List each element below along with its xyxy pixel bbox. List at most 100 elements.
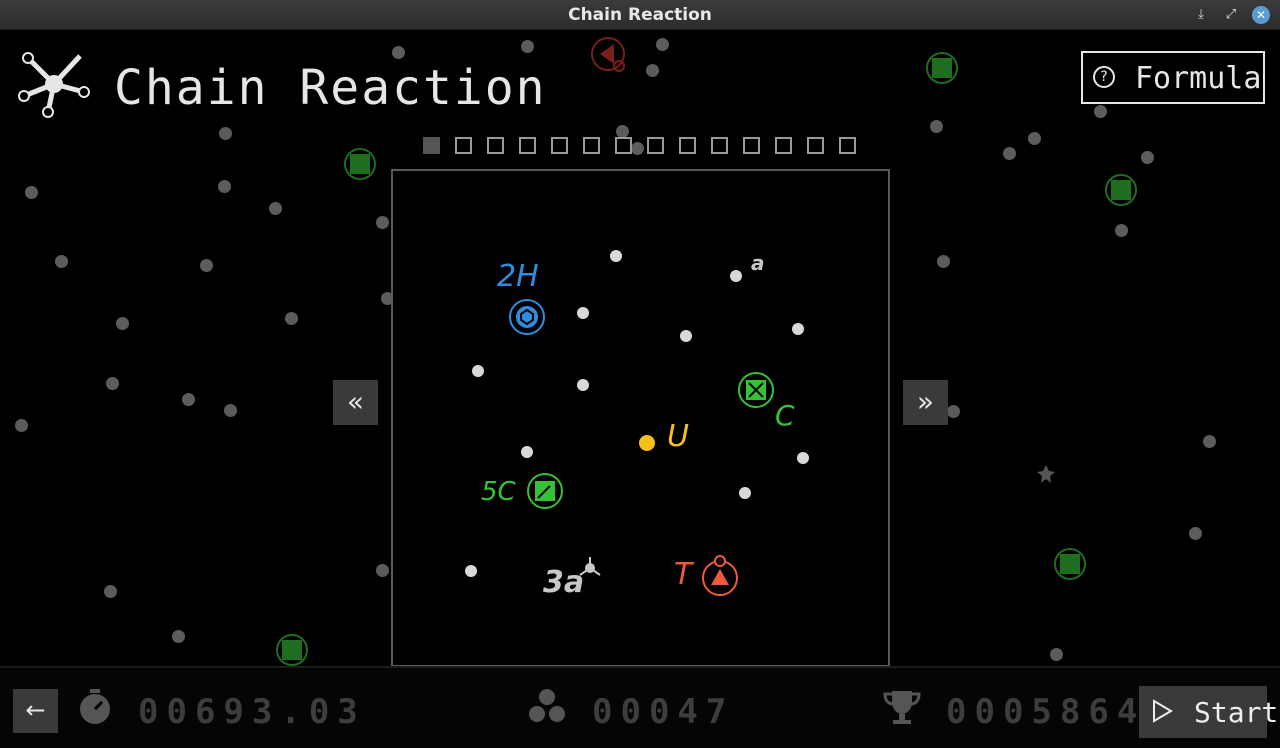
background-alpha-particle: [1037, 465, 1055, 483]
uranium-atom[interactable]: [639, 435, 655, 451]
score-counter: 0005864: [946, 692, 1136, 732]
background-particle: [1189, 527, 1202, 540]
free-particle: [680, 330, 692, 342]
trophy-icon: [883, 691, 921, 724]
background-tritium-atom: [591, 37, 625, 72]
background-particle: [116, 317, 129, 330]
level-button[interactable]: [583, 137, 600, 154]
back-button[interactable]: ←: [13, 689, 58, 733]
free-particle: [797, 452, 809, 464]
hydrogen-atom[interactable]: [508, 298, 546, 336]
formula-button-label: Formula: [1135, 61, 1262, 96]
game-board[interactable]: 2H a C U 5C 3a T: [391, 169, 890, 667]
background-particle: [376, 564, 389, 577]
background-particle: [1203, 435, 1216, 448]
background-particle: [218, 180, 231, 193]
background-particle: [631, 142, 644, 155]
background-particle: [1094, 105, 1107, 118]
free-particle: [577, 307, 589, 319]
carbon-atom[interactable]: [737, 371, 775, 409]
stopwatch-icon: [80, 689, 110, 724]
next-level-button[interactable]: »: [903, 380, 948, 425]
tritium-atom[interactable]: [700, 555, 742, 597]
carbon-atom[interactable]: [526, 472, 564, 510]
level-button[interactable]: [423, 137, 440, 154]
level-button[interactable]: [455, 137, 472, 154]
free-particle: [610, 250, 622, 262]
background-particle: [172, 630, 185, 643]
background-particle: [1003, 147, 1016, 160]
background-particle: [937, 255, 950, 268]
background-particle: [646, 64, 659, 77]
level-button[interactable]: [551, 137, 568, 154]
play-icon: [1153, 699, 1173, 723]
start-button[interactable]: Start: [1139, 686, 1278, 738]
background-particle: [392, 46, 405, 59]
status-bar: ← 00693.03 00047 0005864 Start: [0, 666, 1280, 748]
background-carbon-atom: [344, 148, 376, 180]
background-carbon-atom: [1105, 174, 1137, 206]
start-button-label: Start: [1194, 696, 1279, 729]
background-particle: [656, 38, 669, 51]
close-icon[interactable]: ✕: [1252, 6, 1270, 24]
carbon-label: C: [775, 399, 795, 432]
help-icon: ?: [1093, 66, 1115, 88]
molecules-icon: [529, 689, 565, 722]
background-particle: [1050, 648, 1063, 661]
level-button[interactable]: [711, 137, 728, 154]
free-particle: [472, 365, 484, 377]
uranium-label: U: [667, 419, 689, 454]
background-particle: [15, 419, 28, 432]
app-logo-icon: [18, 52, 90, 118]
free-particle: [465, 565, 477, 577]
maximize-icon[interactable]: ⤢: [1222, 6, 1240, 24]
background-particle: [224, 404, 237, 417]
background-particle: [104, 585, 117, 598]
free-particle: [577, 379, 589, 391]
background-carbon-atom: [276, 634, 308, 666]
background-particle: [55, 255, 68, 268]
background-particle: [1028, 132, 1041, 145]
background-particle: [25, 186, 38, 199]
time-counter: 00693.03: [138, 692, 366, 732]
background-particle: [376, 216, 389, 229]
background-particle: [285, 312, 298, 325]
hydrogen-label: 2H: [497, 259, 539, 294]
alpha-particle[interactable]: [577, 555, 603, 581]
background-particle: [947, 405, 960, 418]
background-carbon-atom: [1054, 548, 1086, 580]
tritium-label: T: [674, 557, 693, 592]
molecules-counter: 00047: [592, 692, 735, 732]
background-particle: [182, 393, 195, 406]
background-particle: [269, 202, 282, 215]
background-carbon-atom: [926, 52, 958, 84]
free-particle: [521, 446, 533, 458]
download-icon[interactable]: ⤓: [1192, 6, 1210, 24]
background-particle: [106, 377, 119, 390]
previous-level-button[interactable]: «: [333, 380, 378, 425]
level-button[interactable]: [615, 137, 632, 154]
background-particle: [1115, 224, 1128, 237]
free-particle: [730, 270, 742, 282]
level-button[interactable]: [647, 137, 664, 154]
alpha-label: a: [751, 251, 765, 275]
formula-button[interactable]: ? Formula: [1081, 51, 1265, 104]
level-button[interactable]: [743, 137, 760, 154]
background-particle: [521, 40, 534, 53]
background-particle: [1141, 151, 1154, 164]
level-button[interactable]: [487, 137, 504, 154]
level-button[interactable]: [807, 137, 824, 154]
app-title: Chain Reaction: [114, 60, 547, 116]
level-button[interactable]: [519, 137, 536, 154]
window-title: Chain Reaction: [568, 5, 712, 25]
level-button[interactable]: [775, 137, 792, 154]
level-button[interactable]: [839, 137, 856, 154]
game-area: Chain Reaction ? Formula « » 2H a C U 5C…: [0, 30, 1280, 748]
free-particle: [792, 323, 804, 335]
background-particle: [200, 259, 213, 272]
carbon-count-label: 5C: [481, 477, 516, 507]
level-button[interactable]: [679, 137, 696, 154]
window-titlebar: Chain Reaction ⤓ ⤢ ✕: [0, 0, 1280, 30]
background-particle: [219, 127, 232, 140]
free-particle: [739, 487, 751, 499]
